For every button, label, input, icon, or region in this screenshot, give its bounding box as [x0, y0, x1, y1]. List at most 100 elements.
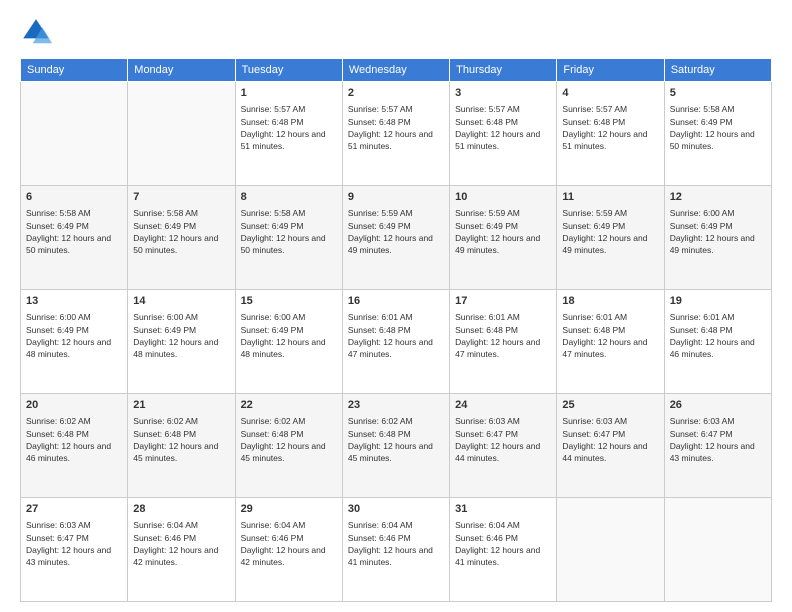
calendar-week-row: 1 Sunrise: 5:57 AM Sunset: 6:48 PM Daylig…	[21, 82, 772, 186]
calendar-cell: 26 Sunrise: 6:03 AM Sunset: 6:47 PM Dayli…	[664, 394, 771, 498]
day-number: 29	[241, 502, 337, 517]
calendar-cell: 28Sunrise: 6:04 AM Sunset: 6:46 PM Dayli…	[128, 498, 235, 602]
day-number: 4	[562, 86, 658, 101]
calendar-cell: 2 Sunrise: 5:57 AM Sunset: 6:48 PM Daylig…	[342, 82, 449, 186]
calendar-cell: 29 Sunrise: 6:04 AM Sunset: 6:46 PM Dayli…	[235, 498, 342, 602]
day-info: Sunrise: 6:03 AM Sunset: 6:47 PM Dayligh…	[455, 415, 551, 464]
day-info: Sunrise: 6:02 AM Sunset: 6:48 PM Dayligh…	[348, 415, 444, 464]
day-info: Sunrise: 6:04 AM Sunset: 6:46 PM Dayligh…	[241, 519, 337, 568]
day-info: Sunrise: 6:00 AM Sunset: 6:49 PM Dayligh…	[26, 311, 122, 360]
day-info: Sunrise: 5:58 AM Sunset: 6:49 PM Dayligh…	[26, 207, 122, 256]
weekday-header-row: SundayMondayTuesdayWednesdayThursdayFrid…	[21, 59, 772, 82]
calendar-cell: 8 Sunrise: 5:58 AM Sunset: 6:49 PM Daylig…	[235, 186, 342, 290]
calendar-cell: 7 Sunrise: 5:58 AM Sunset: 6:49 PM Daylig…	[128, 186, 235, 290]
calendar-cell: 6Sunrise: 5:58 AM Sunset: 6:49 PM Daylig…	[21, 186, 128, 290]
day-number: 12	[670, 190, 766, 205]
calendar-cell: 25Sunrise: 6:03 AM Sunset: 6:47 PM Dayli…	[557, 394, 664, 498]
calendar-cell: 24 Sunrise: 6:03 AM Sunset: 6:47 PM Dayli…	[450, 394, 557, 498]
day-info: Sunrise: 6:00 AM Sunset: 6:49 PM Dayligh…	[133, 311, 229, 360]
weekday-header-tuesday: Tuesday	[235, 59, 342, 82]
calendar-week-row: 6Sunrise: 5:58 AM Sunset: 6:49 PM Daylig…	[21, 186, 772, 290]
day-info: Sunrise: 6:00 AM Sunset: 6:49 PM Dayligh…	[670, 207, 766, 256]
day-number: 27	[26, 502, 122, 517]
calendar-cell: 13 Sunrise: 6:00 AM Sunset: 6:49 PM Dayli…	[21, 290, 128, 394]
day-number: 21	[133, 398, 229, 413]
calendar-cell: 22Sunrise: 6:02 AM Sunset: 6:48 PM Dayli…	[235, 394, 342, 498]
calendar-cell: 18 Sunrise: 6:01 AM Sunset: 6:48 PM Dayli…	[557, 290, 664, 394]
day-number: 22	[241, 398, 337, 413]
day-number: 31	[455, 502, 551, 517]
calendar-cell: 10Sunrise: 5:59 AM Sunset: 6:49 PM Dayli…	[450, 186, 557, 290]
day-info: Sunrise: 5:58 AM Sunset: 6:49 PM Dayligh…	[241, 207, 337, 256]
day-info: Sunrise: 6:04 AM Sunset: 6:46 PM Dayligh…	[455, 519, 551, 568]
calendar-table: SundayMondayTuesdayWednesdayThursdayFrid…	[20, 58, 772, 602]
day-info: Sunrise: 6:03 AM Sunset: 6:47 PM Dayligh…	[26, 519, 122, 568]
day-info: Sunrise: 6:01 AM Sunset: 6:48 PM Dayligh…	[670, 311, 766, 360]
day-number: 13	[26, 294, 122, 309]
calendar-cell: 19 Sunrise: 6:01 AM Sunset: 6:48 PM Dayli…	[664, 290, 771, 394]
day-number: 17	[455, 294, 551, 309]
calendar-cell: 1 Sunrise: 5:57 AM Sunset: 6:48 PM Daylig…	[235, 82, 342, 186]
calendar-cell	[664, 498, 771, 602]
header	[20, 16, 772, 48]
calendar-cell: 3 Sunrise: 5:57 AM Sunset: 6:48 PM Daylig…	[450, 82, 557, 186]
day-info: Sunrise: 6:02 AM Sunset: 6:48 PM Dayligh…	[26, 415, 122, 464]
day-info: Sunrise: 6:01 AM Sunset: 6:48 PM Dayligh…	[562, 311, 658, 360]
calendar-cell: 11 Sunrise: 5:59 AM Sunset: 6:49 PM Dayli…	[557, 186, 664, 290]
weekday-header-thursday: Thursday	[450, 59, 557, 82]
day-number: 1	[241, 86, 337, 101]
day-info: Sunrise: 5:57 AM Sunset: 6:48 PM Dayligh…	[348, 103, 444, 152]
day-number: 18	[562, 294, 658, 309]
day-info: Sunrise: 5:57 AM Sunset: 6:48 PM Dayligh…	[241, 103, 337, 152]
calendar-cell: 14Sunrise: 6:00 AM Sunset: 6:49 PM Dayli…	[128, 290, 235, 394]
calendar-cell	[128, 82, 235, 186]
day-number: 3	[455, 86, 551, 101]
day-info: Sunrise: 5:58 AM Sunset: 6:49 PM Dayligh…	[133, 207, 229, 256]
calendar-cell: 27 Sunrise: 6:03 AM Sunset: 6:47 PM Dayli…	[21, 498, 128, 602]
day-number: 2	[348, 86, 444, 101]
day-info: Sunrise: 6:01 AM Sunset: 6:48 PM Dayligh…	[348, 311, 444, 360]
calendar-cell: 9Sunrise: 5:59 AM Sunset: 6:49 PM Daylig…	[342, 186, 449, 290]
calendar-cell	[557, 498, 664, 602]
page: SundayMondayTuesdayWednesdayThursdayFrid…	[0, 0, 792, 612]
day-number: 8	[241, 190, 337, 205]
day-number: 15	[241, 294, 337, 309]
day-number: 30	[348, 502, 444, 517]
day-info: Sunrise: 6:03 AM Sunset: 6:47 PM Dayligh…	[562, 415, 658, 464]
weekday-header-friday: Friday	[557, 59, 664, 82]
day-info: Sunrise: 6:04 AM Sunset: 6:46 PM Dayligh…	[133, 519, 229, 568]
calendar-cell: 21 Sunrise: 6:02 AM Sunset: 6:48 PM Dayli…	[128, 394, 235, 498]
day-info: Sunrise: 5:59 AM Sunset: 6:49 PM Dayligh…	[562, 207, 658, 256]
calendar-cell: 12 Sunrise: 6:00 AM Sunset: 6:49 PM Dayli…	[664, 186, 771, 290]
calendar-cell: 16 Sunrise: 6:01 AM Sunset: 6:48 PM Dayli…	[342, 290, 449, 394]
day-number: 24	[455, 398, 551, 413]
logo	[20, 16, 56, 48]
day-info: Sunrise: 5:57 AM Sunset: 6:48 PM Dayligh…	[455, 103, 551, 152]
logo-icon	[20, 16, 52, 48]
day-number: 26	[670, 398, 766, 413]
day-info: Sunrise: 6:02 AM Sunset: 6:48 PM Dayligh…	[133, 415, 229, 464]
calendar-cell: 30 Sunrise: 6:04 AM Sunset: 6:46 PM Dayli…	[342, 498, 449, 602]
day-number: 11	[562, 190, 658, 205]
calendar-cell: 23Sunrise: 6:02 AM Sunset: 6:48 PM Dayli…	[342, 394, 449, 498]
calendar-week-row: 20 Sunrise: 6:02 AM Sunset: 6:48 PM Dayli…	[21, 394, 772, 498]
day-number: 9	[348, 190, 444, 205]
calendar-week-row: 13 Sunrise: 6:00 AM Sunset: 6:49 PM Dayli…	[21, 290, 772, 394]
weekday-header-monday: Monday	[128, 59, 235, 82]
day-info: Sunrise: 6:03 AM Sunset: 6:47 PM Dayligh…	[670, 415, 766, 464]
calendar-week-row: 27 Sunrise: 6:03 AM Sunset: 6:47 PM Dayli…	[21, 498, 772, 602]
day-number: 5	[670, 86, 766, 101]
weekday-header-wednesday: Wednesday	[342, 59, 449, 82]
calendar-cell	[21, 82, 128, 186]
day-number: 7	[133, 190, 229, 205]
day-number: 16	[348, 294, 444, 309]
day-number: 20	[26, 398, 122, 413]
day-info: Sunrise: 5:58 AM Sunset: 6:49 PM Dayligh…	[670, 103, 766, 152]
calendar-cell: 31 Sunrise: 6:04 AM Sunset: 6:46 PM Dayli…	[450, 498, 557, 602]
day-number: 19	[670, 294, 766, 309]
day-info: Sunrise: 6:04 AM Sunset: 6:46 PM Dayligh…	[348, 519, 444, 568]
calendar-cell: 5 Sunrise: 5:58 AM Sunset: 6:49 PM Daylig…	[664, 82, 771, 186]
calendar-cell: 20 Sunrise: 6:02 AM Sunset: 6:48 PM Dayli…	[21, 394, 128, 498]
day-number: 10	[455, 190, 551, 205]
weekday-header-saturday: Saturday	[664, 59, 771, 82]
